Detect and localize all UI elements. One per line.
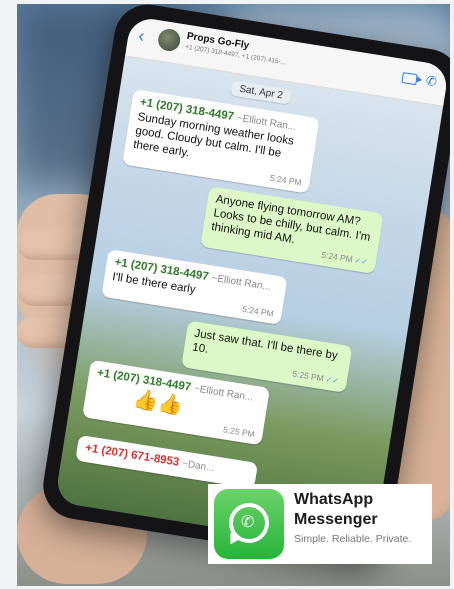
- double-check-icon: ✓✓: [353, 255, 369, 267]
- badge-tagline: Simple. Reliable. Private.: [294, 533, 412, 545]
- message-bubble[interactable]: +1 (207) 318-4497 ~Elliott Ran... Sunday…: [122, 89, 320, 194]
- phone-call-icon[interactable]: ✆: [425, 73, 438, 91]
- badge-subtitle: Messenger: [294, 511, 378, 528]
- message-text: Anyone flying tomorrow AM? Looks to be c…: [210, 193, 372, 247]
- chevron-left-icon[interactable]: ‹: [137, 25, 146, 46]
- whatsapp-logo-icon: ✆: [214, 489, 284, 559]
- video-call-icon[interactable]: [401, 72, 418, 86]
- avatar[interactable]: [156, 27, 182, 53]
- logo-phone-glyph: ✆: [241, 514, 255, 531]
- message-sender: +1 (207) 671-8953: [84, 442, 181, 469]
- message-bubble[interactable]: +1 (207) 318-4497 ~Elliott Ran... I'll b…: [101, 249, 288, 325]
- message-bubble[interactable]: +1 (207) 671-8953 ~Dan...: [75, 434, 259, 489]
- phone-screen: ‹ Props Go-Fly +1 (207) 318-4497, +1 (20…: [54, 15, 450, 553]
- whatsapp-badge: ✆ WhatsApp Messenger Simple. Reliable. P…: [208, 484, 432, 564]
- message-bubble-outgoing[interactable]: Anyone flying tomorrow AM? Looks to be c…: [200, 186, 384, 274]
- double-check-icon: ✓✓: [324, 374, 340, 386]
- badge-title: WhatsApp: [294, 491, 374, 508]
- date-chip: Sat, Apr 2: [230, 80, 292, 105]
- sender-alias: ~Dan...: [181, 458, 216, 475]
